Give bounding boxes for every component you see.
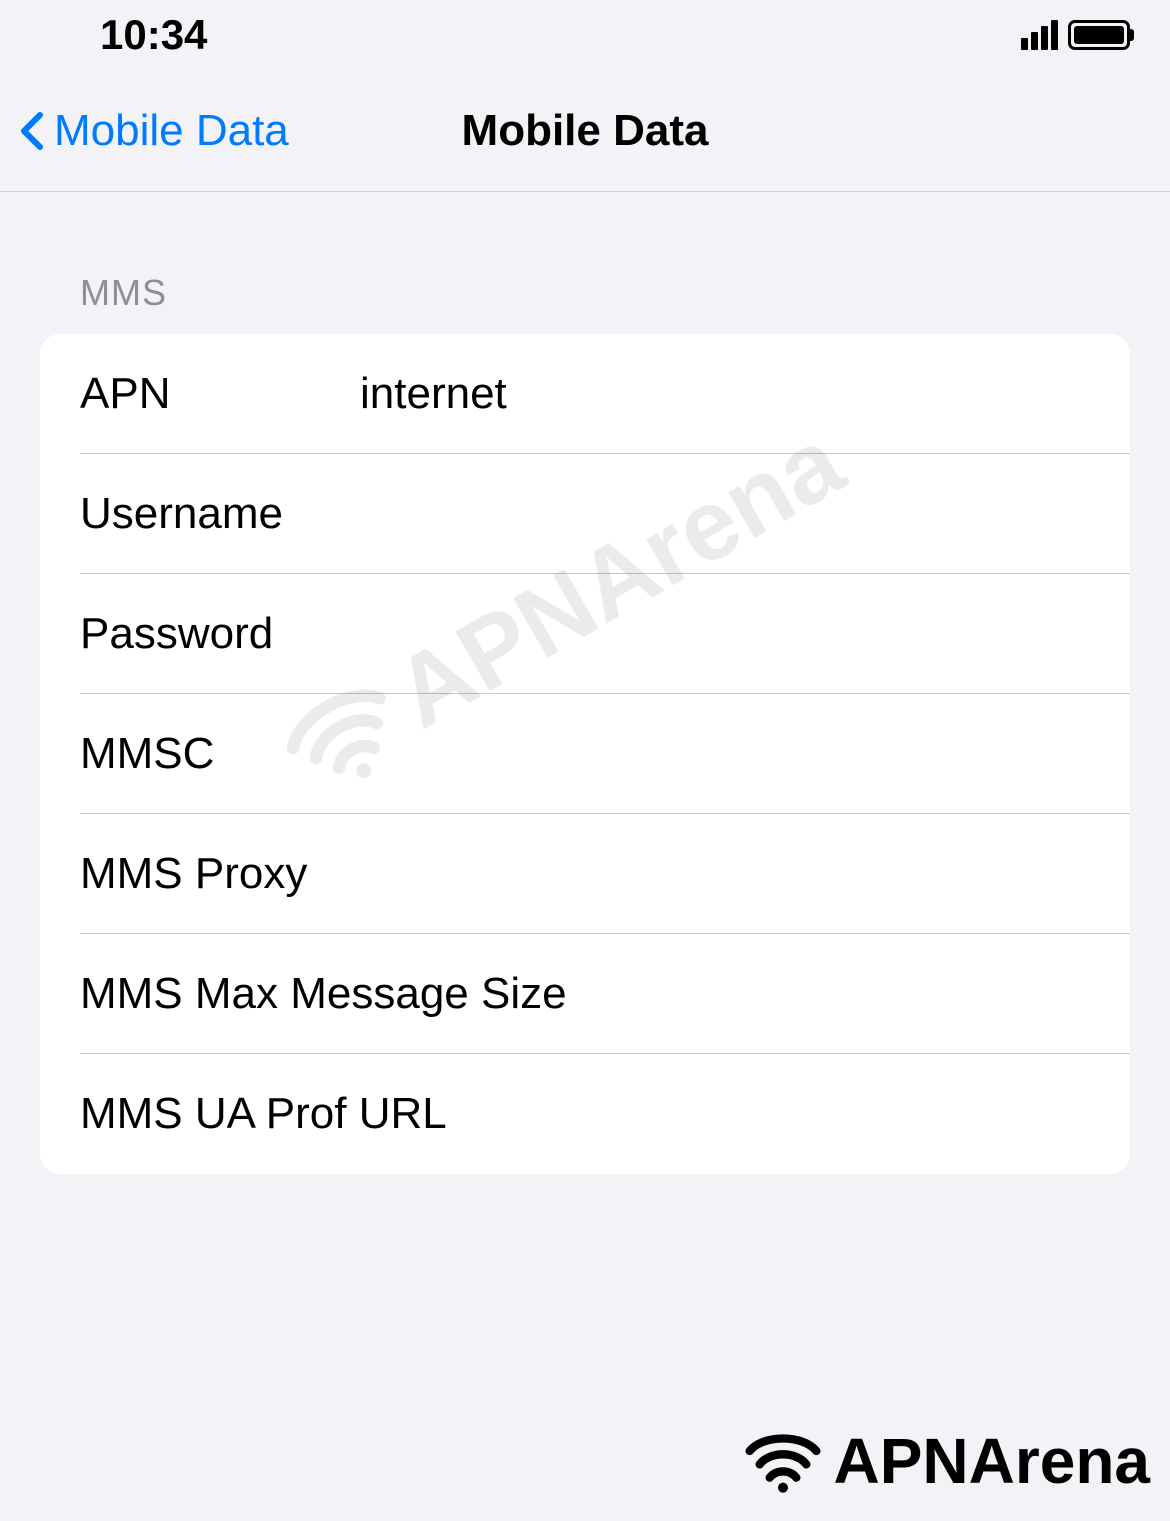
row-mmsc[interactable]: MMSC — [40, 694, 1130, 814]
cellular-signal-icon — [1021, 20, 1058, 50]
row-label: APN — [80, 369, 360, 419]
footer-text: APNArena — [833, 1424, 1150, 1498]
status-icons — [1021, 20, 1130, 50]
row-apn[interactable]: APN internet — [40, 334, 1130, 454]
status-bar: 10:34 — [0, 0, 1170, 70]
chevron-left-icon — [20, 111, 44, 151]
back-button-label: Mobile Data — [54, 106, 289, 156]
navigation-bar: Mobile Data Mobile Data — [0, 70, 1170, 192]
back-button[interactable]: Mobile Data — [20, 106, 289, 156]
row-label: Username — [80, 489, 360, 539]
row-value: internet — [360, 369, 1090, 419]
footer-logo: APNArena — [738, 1421, 1150, 1501]
row-label: MMS Proxy — [80, 849, 360, 899]
section-header-mms: MMS — [40, 272, 1130, 334]
row-mms-ua-prof-url[interactable]: MMS UA Prof URL — [40, 1054, 1130, 1174]
row-label: Password — [80, 609, 360, 659]
row-username[interactable]: Username — [40, 454, 1130, 574]
row-password[interactable]: Password — [40, 574, 1130, 694]
row-label: MMS Max Message Size — [80, 969, 567, 1019]
settings-group-mms: APN internet Username Password MMSC MMS … — [40, 334, 1130, 1174]
row-mms-max-size[interactable]: MMS Max Message Size — [40, 934, 1130, 1054]
wifi-icon — [738, 1421, 828, 1501]
row-label: MMSC — [80, 729, 360, 779]
content: MMS APN internet Username Password MMSC … — [0, 192, 1170, 1174]
battery-icon — [1068, 20, 1130, 50]
row-label: MMS UA Prof URL — [80, 1089, 447, 1139]
status-time: 10:34 — [100, 11, 207, 59]
page-title: Mobile Data — [462, 106, 709, 156]
row-mms-proxy[interactable]: MMS Proxy — [40, 814, 1130, 934]
